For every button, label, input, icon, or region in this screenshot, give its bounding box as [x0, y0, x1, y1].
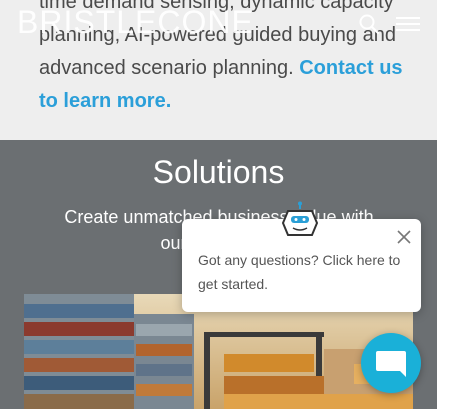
- chatbot-icon: [281, 201, 319, 236]
- logo[interactable]: BRISTLECONE: [17, 4, 254, 41]
- close-icon[interactable]: [396, 229, 412, 245]
- intro-line-3: advanced scenario planning.: [39, 57, 300, 79]
- hamburger-menu-icon[interactable]: [396, 14, 420, 34]
- site-header: BRISTLECONE: [0, 0, 437, 48]
- search-icon[interactable]: [357, 12, 381, 36]
- chat-launcher-button[interactable]: [361, 333, 421, 393]
- chat-message[interactable]: Got any questions? Click here to get sta…: [198, 248, 410, 296]
- contact-us-link[interactable]: Contact us: [299, 57, 402, 79]
- learn-more-link[interactable]: to learn more.: [39, 90, 171, 112]
- solutions-title: Solutions: [152, 154, 285, 190]
- chat-bubble-icon: [376, 351, 406, 377]
- page-scrollbar[interactable]: [437, 0, 454, 409]
